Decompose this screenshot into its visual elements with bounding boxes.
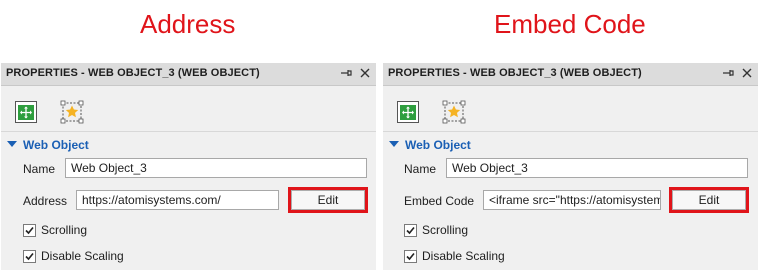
caption-address: Address	[140, 9, 236, 39]
disable-scaling-checkbox[interactable]	[404, 250, 417, 263]
disable-scaling-label: Disable Scaling	[41, 249, 124, 263]
edit-button-highlight: Edit	[288, 187, 368, 213]
pin-icon[interactable]	[340, 66, 354, 80]
scrolling-checkbox[interactable]	[404, 224, 417, 237]
edit-button-highlight: Edit	[669, 187, 749, 213]
checkmark-icon	[25, 226, 34, 235]
embed-code-field[interactable]: <iframe src="https://atomisystems.com/"	[483, 190, 661, 210]
disable-scaling-checkbox[interactable]	[23, 250, 36, 263]
star-frame-icon[interactable]	[60, 100, 84, 124]
edit-button[interactable]: Edit	[291, 190, 365, 210]
tab-separator	[1, 131, 376, 132]
edit-button[interactable]: Edit	[672, 190, 746, 210]
caption-embed-code: Embed Code	[494, 9, 646, 39]
disable-scaling-label: Disable Scaling	[422, 249, 505, 263]
tab-separator	[383, 131, 758, 132]
checkmark-icon	[406, 252, 415, 261]
name-label: Name	[23, 162, 56, 176]
section-web-object[interactable]: Web Object	[389, 136, 471, 152]
star-frame-icon[interactable]	[442, 100, 466, 124]
panel-title: PROPERTIES - WEB OBJECT_3 (WEB OBJECT)	[388, 67, 642, 79]
close-icon[interactable]	[740, 66, 754, 80]
name-field[interactable]: Web Object_3	[65, 158, 367, 178]
address-label: Address	[23, 194, 68, 208]
name-label: Name	[404, 162, 437, 176]
panel-title: PROPERTIES - WEB OBJECT_3 (WEB OBJECT)	[6, 67, 260, 79]
properties-panel-right: PROPERTIES - WEB OBJECT_3 (WEB OBJECT) W…	[383, 63, 758, 270]
close-icon[interactable]	[358, 66, 372, 80]
collapse-triangle-icon	[7, 140, 17, 147]
scrolling-label: Scrolling	[422, 223, 469, 237]
pin-icon[interactable]	[722, 66, 736, 80]
web-object-move-icon[interactable]	[14, 100, 38, 124]
name-field[interactable]: Web Object_3	[446, 158, 748, 178]
section-title: Web Object	[405, 137, 471, 152]
collapse-triangle-icon	[389, 140, 399, 147]
properties-panel-left: PROPERTIES - WEB OBJECT_3 (WEB OBJECT) W…	[1, 63, 376, 270]
section-title: Web Object	[23, 137, 89, 152]
checkmark-icon	[25, 252, 34, 261]
panel-titlebar: PROPERTIES - WEB OBJECT_3 (WEB OBJECT)	[383, 63, 758, 86]
section-web-object[interactable]: Web Object	[7, 136, 89, 152]
scrolling-label: Scrolling	[41, 223, 88, 237]
panel-titlebar: PROPERTIES - WEB OBJECT_3 (WEB OBJECT)	[1, 63, 376, 86]
checkmark-icon	[406, 226, 415, 235]
embed-code-label: Embed Code	[404, 194, 475, 208]
address-field[interactable]: https://atomisystems.com/	[76, 190, 279, 210]
scrolling-checkbox[interactable]	[23, 224, 36, 237]
web-object-move-icon[interactable]	[396, 100, 420, 124]
